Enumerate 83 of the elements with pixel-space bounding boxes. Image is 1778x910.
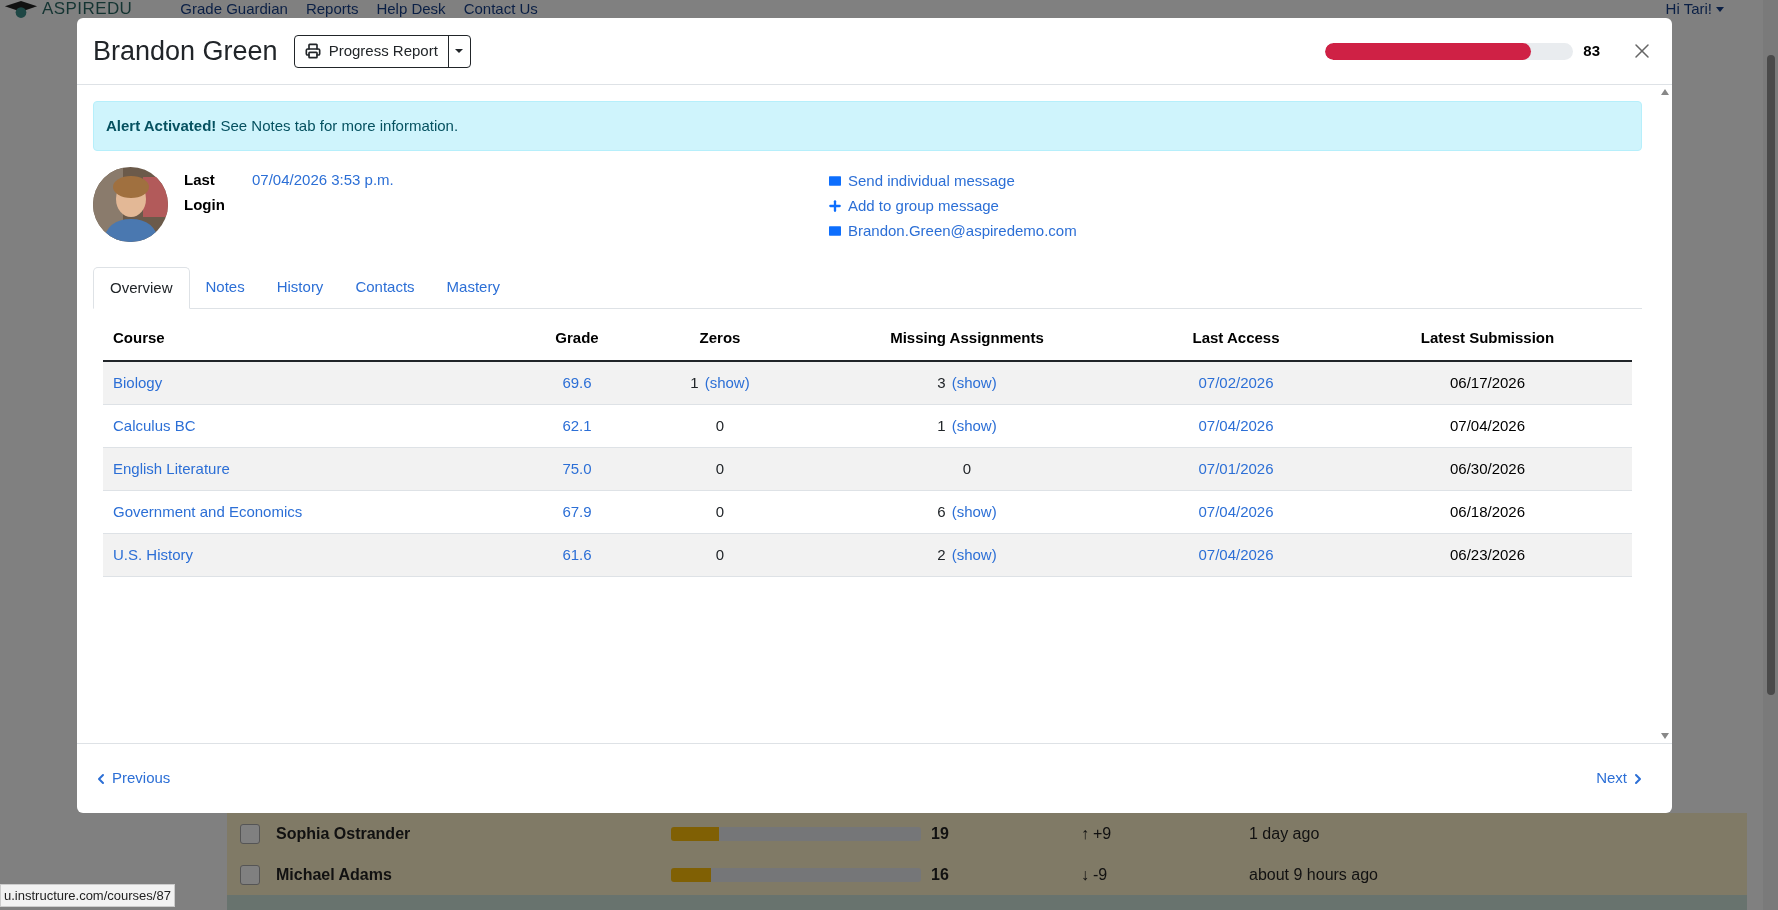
tab[interactable]: History bbox=[260, 267, 340, 308]
show-link[interactable]: (show) bbox=[951, 500, 997, 524]
count: 0 bbox=[715, 544, 725, 565]
progress-report-button[interactable]: Progress Report bbox=[294, 35, 448, 67]
column-header: Last Access bbox=[1192, 327, 1280, 348]
column-header: Zeros bbox=[699, 327, 741, 348]
trend-arrow: ↓ bbox=[1081, 864, 1089, 885]
tab[interactable]: Mastery bbox=[430, 267, 516, 308]
last-login-value: 07/04/2026 3:53 p.m. bbox=[252, 170, 395, 190]
trend-arrow: ↑ bbox=[1081, 823, 1089, 844]
next-link[interactable]: Next bbox=[1596, 767, 1646, 790]
count: 3 bbox=[937, 372, 946, 393]
course-link[interactable]: Calculus BC bbox=[113, 416, 196, 434]
tab[interactable]: Notes bbox=[189, 267, 261, 308]
alert-text: Alert Activated! See Notes tab for more information. bbox=[106, 115, 459, 136]
grade-link[interactable]: 69.6 bbox=[562, 371, 592, 395]
previous-link[interactable]: Previous bbox=[93, 767, 171, 790]
caret-icon bbox=[455, 49, 464, 53]
nav-link[interactable]: Reports bbox=[305, 0, 359, 18]
count: 2 bbox=[937, 544, 946, 565]
show-link[interactable]: (show) bbox=[951, 414, 997, 438]
last-login-label: Last Login bbox=[184, 170, 226, 215]
grade-link[interactable]: 67.9 bbox=[562, 500, 592, 524]
grade-link[interactable]: 61.6 bbox=[562, 543, 592, 567]
change: +9 bbox=[1093, 823, 1112, 844]
status-bar: u.instructure.com/courses/87 bbox=[0, 883, 175, 907]
nav-link[interactable]: Contact Us bbox=[463, 0, 538, 18]
dialog-title: Brandon Green bbox=[93, 34, 278, 68]
action-link[interactable]: Brandon.Green@aspiredemo.com bbox=[827, 221, 1077, 241]
last-access-link[interactable]: 07/02/2026 bbox=[1198, 371, 1274, 395]
column-header: Latest Submission bbox=[1420, 327, 1555, 348]
scroll-down-icon[interactable] bbox=[1661, 733, 1669, 739]
action-link[interactable]: Send individual message bbox=[827, 171, 1077, 191]
course-link[interactable]: Biology bbox=[113, 373, 163, 391]
scrollbar-thumb[interactable] bbox=[1766, 55, 1775, 695]
count: 1 bbox=[690, 372, 699, 393]
latest-submission: 06/30/2026 bbox=[1449, 458, 1526, 479]
grade-link[interactable]: 62.1 bbox=[562, 414, 592, 438]
count: 0 bbox=[962, 458, 972, 479]
score: 19 bbox=[931, 823, 950, 844]
last-seen: 1 day ago bbox=[1249, 823, 1320, 844]
column-header: Missing Assignments bbox=[890, 327, 1044, 348]
last-access-link[interactable]: 07/04/2026 bbox=[1198, 500, 1274, 524]
course-link[interactable]: English Literature bbox=[113, 459, 230, 477]
count: 0 bbox=[715, 458, 725, 479]
last-access-link[interactable]: 07/04/2026 bbox=[1198, 414, 1274, 438]
user-menu[interactable]: Hi Tari! bbox=[1665, 0, 1724, 18]
course-link[interactable]: Government and Economics bbox=[113, 502, 303, 520]
last-seen: about 9 hours ago bbox=[1249, 864, 1378, 885]
nav-link[interactable]: Help Desk bbox=[376, 0, 446, 18]
count: 1 bbox=[937, 415, 946, 436]
printer-icon bbox=[304, 43, 321, 59]
latest-submission: 06/23/2026 bbox=[1449, 544, 1526, 565]
plus-icon bbox=[827, 198, 843, 214]
count: 0 bbox=[715, 501, 725, 522]
score: 16 bbox=[931, 864, 950, 885]
show-link[interactable]: (show) bbox=[951, 543, 997, 567]
latest-submission: 06/18/2026 bbox=[1449, 501, 1526, 522]
score-reading: 83 bbox=[1583, 40, 1600, 61]
tab[interactable]: Contacts bbox=[339, 267, 431, 308]
latest-submission: 07/04/2026 bbox=[1449, 415, 1526, 436]
last-access-link[interactable]: 07/01/2026 bbox=[1198, 457, 1274, 481]
count: 0 bbox=[715, 415, 725, 436]
checkbox[interactable] bbox=[240, 864, 260, 885]
count: 6 bbox=[937, 501, 946, 522]
logo-text: ASPIREDU bbox=[42, 0, 133, 18]
nav-link[interactable]: Grade Guardian bbox=[180, 0, 288, 18]
graduation-cap-logo-icon bbox=[4, 0, 38, 18]
show-link[interactable]: (show) bbox=[704, 371, 750, 395]
latest-submission: 06/17/2026 bbox=[1449, 372, 1526, 393]
column-header: Course bbox=[113, 328, 165, 346]
course-link[interactable]: U.S. History bbox=[113, 545, 193, 563]
student-name: Michael Adams bbox=[276, 864, 393, 885]
show-link[interactable]: (show) bbox=[951, 371, 997, 395]
scroll-up-icon[interactable] bbox=[1661, 89, 1669, 95]
student-name: Sophia Ostrander bbox=[276, 823, 412, 844]
grade-link[interactable]: 75.0 bbox=[562, 457, 592, 481]
tab[interactable]: Overview bbox=[93, 267, 190, 309]
last-access-link[interactable]: 07/04/2026 bbox=[1198, 543, 1274, 567]
change: -9 bbox=[1093, 864, 1108, 885]
action-link[interactable]: Add to group message bbox=[827, 196, 1077, 216]
column-header: Grade bbox=[555, 327, 599, 348]
checkbox[interactable] bbox=[240, 823, 260, 844]
